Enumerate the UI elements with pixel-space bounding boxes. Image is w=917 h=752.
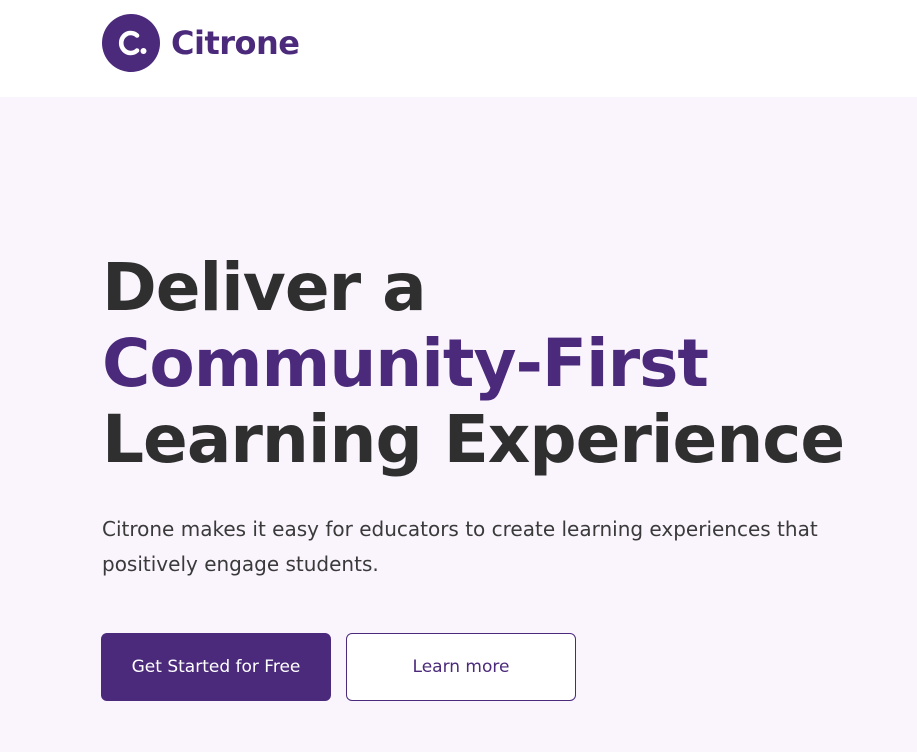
brand-logo-link[interactable]: Citrone [102,14,300,72]
hero-section: Deliver a Community-First Learning Exper… [0,97,917,752]
hero-description: Citrone makes it easy for educators to c… [102,517,818,576]
headline-line-1: Deliver a [102,249,427,326]
site-header: Citrone [0,0,917,97]
learn-more-button[interactable]: Learn more [346,633,576,701]
brand-name: Citrone [171,24,300,62]
get-started-button[interactable]: Get Started for Free [101,633,331,701]
headline-line-3: Learning Experience [102,401,845,478]
logo-c-glyph [118,30,147,56]
logo-mark-icon [102,14,160,72]
headline-line-2-accent: Community-First [102,325,709,402]
hero-headline: Deliver a Community-First Learning Exper… [102,249,845,478]
